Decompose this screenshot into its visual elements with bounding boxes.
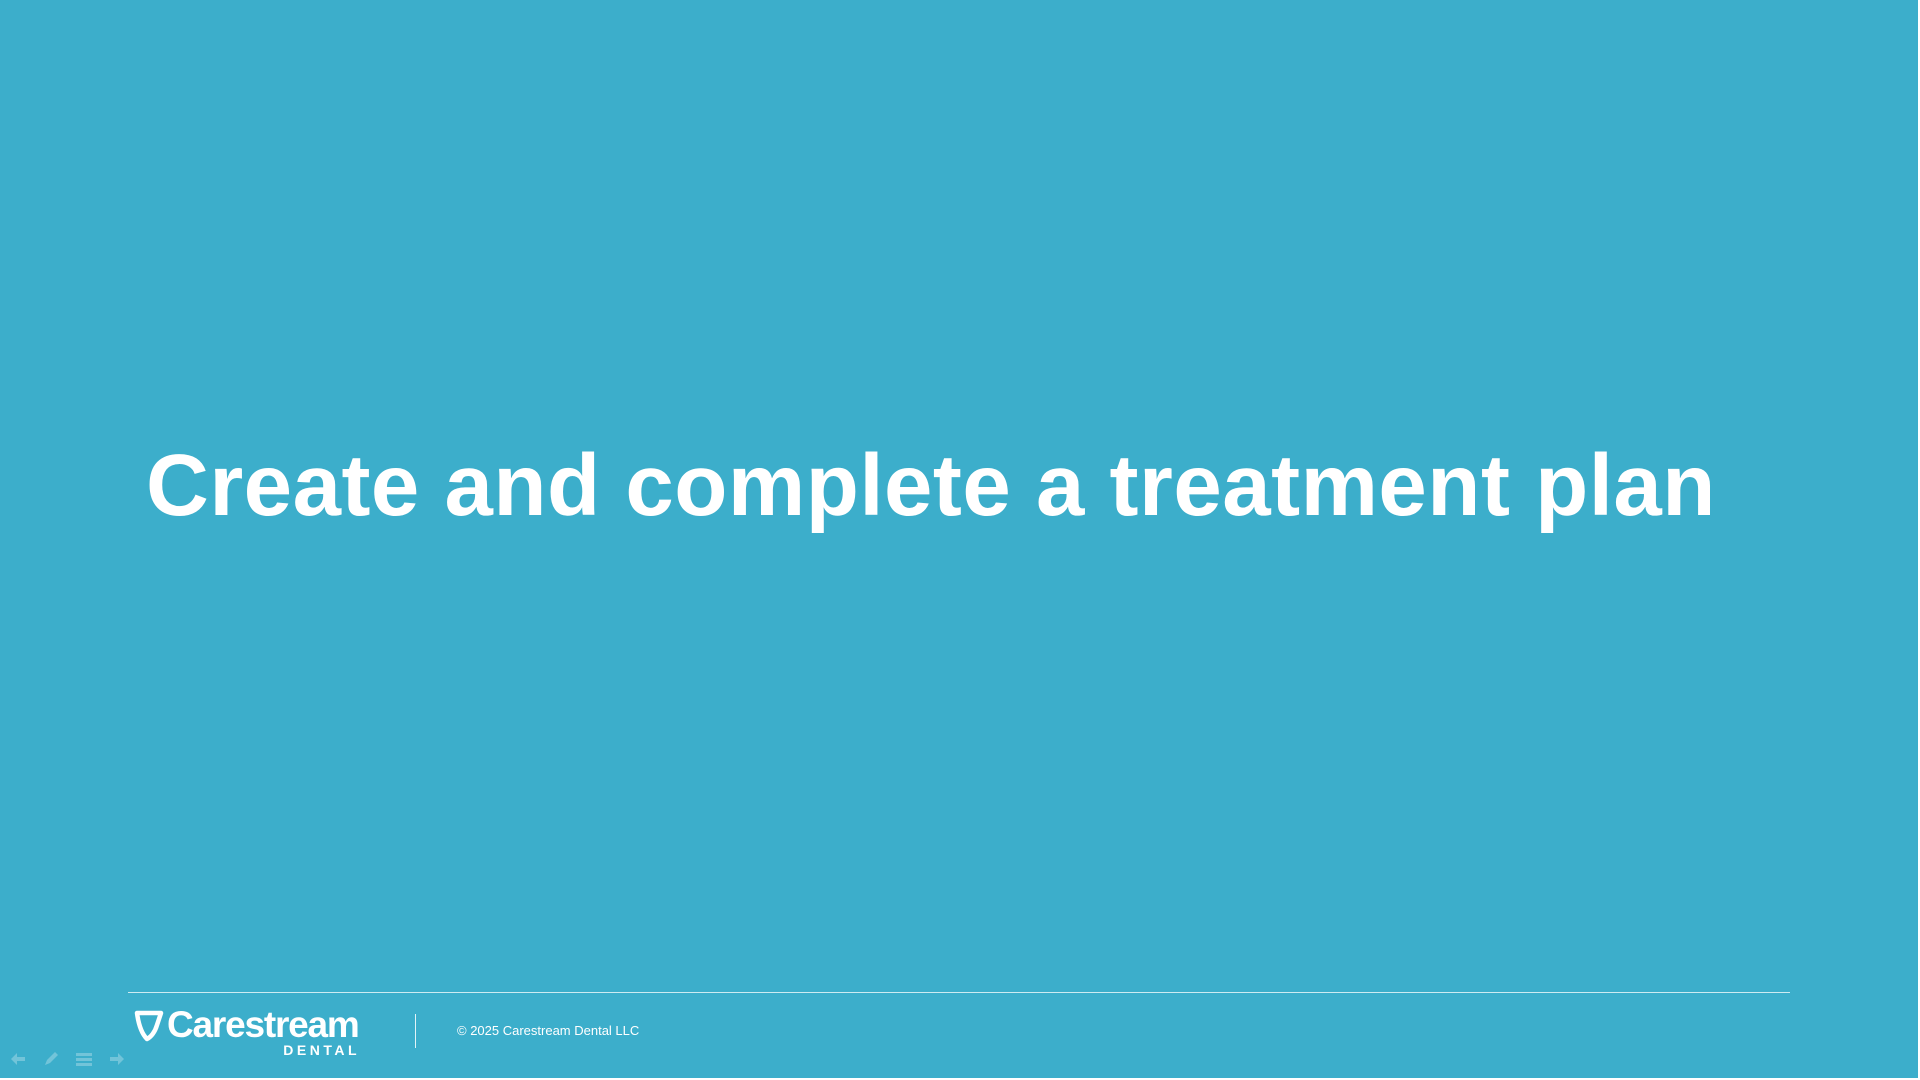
- carestream-dental-logo: Carestream DENTAL: [134, 1004, 364, 1060]
- footer-divider-line: [128, 992, 1790, 993]
- carestream-tooth-logo-icon: [134, 1010, 164, 1042]
- copyright-text: © 2025 Carestream Dental LLC: [457, 1023, 640, 1038]
- arrow-right-icon: [109, 1053, 124, 1065]
- slide-menu-button[interactable]: [74, 1050, 93, 1068]
- footer-vertical-divider: [415, 1014, 416, 1048]
- logo-subtitle: DENTAL: [283, 1042, 360, 1058]
- menu-icon: [75, 1053, 92, 1066]
- logo-wordmark: Carestream: [167, 1004, 360, 1045]
- slide-title: Create and complete a treatment plan: [146, 437, 1716, 534]
- previous-slide-button[interactable]: [8, 1050, 27, 1068]
- pen-icon: [44, 1052, 58, 1065]
- slide: Create and complete a treatment plan Car…: [0, 0, 1918, 1078]
- slideshow-controls: [8, 1050, 126, 1068]
- next-slide-button[interactable]: [107, 1050, 126, 1068]
- pen-tool-button[interactable]: [41, 1050, 60, 1068]
- arrow-left-icon: [10, 1053, 25, 1065]
